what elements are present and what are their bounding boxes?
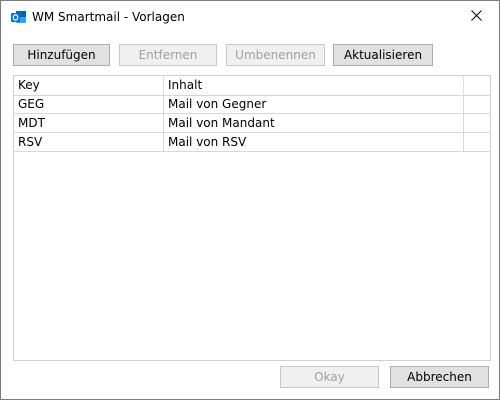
templates-dialog: WM Smartmail - Vorlagen Hinzufügen Entfe…: [0, 0, 500, 400]
remove-button[interactable]: Entfernen: [119, 44, 217, 66]
close-icon: [470, 10, 482, 24]
title-bar[interactable]: WM Smartmail - Vorlagen: [1, 1, 499, 33]
window-title: WM Smartmail - Vorlagen: [32, 10, 185, 24]
add-button[interactable]: Hinzufügen: [13, 44, 110, 66]
table-row[interactable]: GEG Mail von Gegner: [14, 95, 490, 114]
cell-content[interactable]: Mail von Gegner: [164, 95, 464, 113]
column-header-content[interactable]: Inhalt: [164, 76, 464, 95]
table-row[interactable]: RSV Mail von RSV: [14, 133, 490, 152]
refresh-button[interactable]: Aktualisieren: [333, 44, 433, 66]
ok-button[interactable]: Okay: [280, 366, 379, 388]
cancel-button[interactable]: Abbrechen: [390, 366, 489, 388]
close-button[interactable]: [453, 1, 499, 33]
table-row[interactable]: MDT Mail von Mandant: [14, 114, 490, 133]
templates-grid[interactable]: Key Inhalt GEG Mail von Gegner MDT Mail …: [13, 75, 491, 361]
rename-button[interactable]: Umbenennen: [226, 44, 325, 66]
grid-header: Key Inhalt: [14, 76, 490, 96]
cell-key[interactable]: MDT: [14, 114, 164, 132]
outlook-icon: [11, 10, 26, 25]
cell-key[interactable]: GEG: [14, 95, 164, 113]
cell-key[interactable]: RSV: [14, 133, 164, 151]
column-header-key[interactable]: Key: [14, 76, 164, 95]
cell-content[interactable]: Mail von RSV: [164, 133, 464, 151]
cell-content[interactable]: Mail von Mandant: [164, 114, 464, 132]
